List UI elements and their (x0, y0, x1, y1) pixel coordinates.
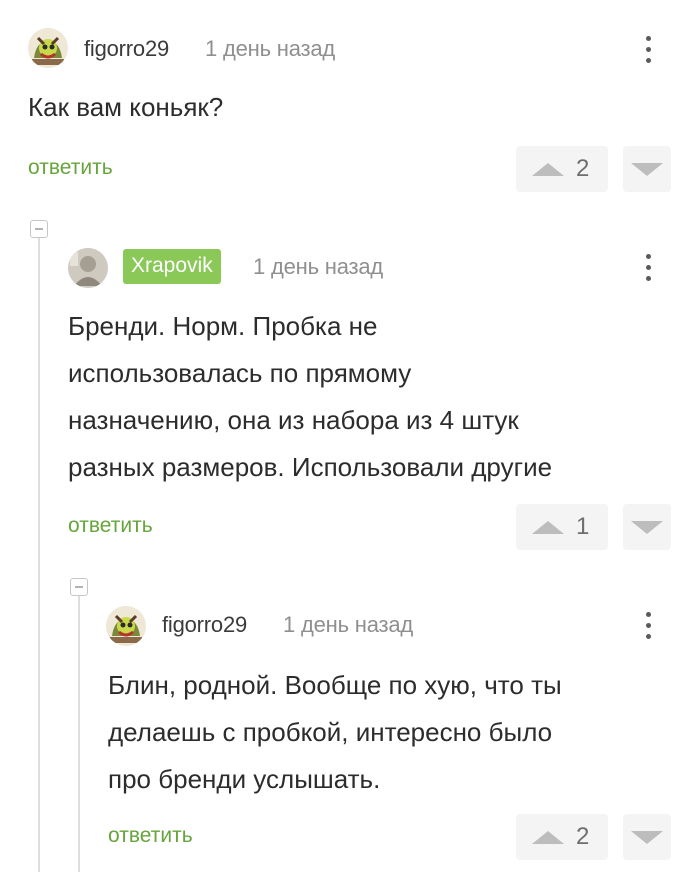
comment-time: 1 день назад (205, 36, 336, 61)
comment-text-line: разных размеров. Использовали другие (68, 452, 553, 482)
comment-author[interactable]: figorro29 (84, 36, 169, 62)
upvote-button[interactable]: 2 (516, 814, 608, 860)
avatar-image (106, 606, 146, 646)
comment-text-line: использовалась по прямому (68, 358, 412, 388)
vote-count: 2 (576, 823, 590, 850)
downvote-button[interactable] (623, 504, 671, 550)
upvote-button[interactable]: 1 (516, 504, 608, 550)
downvote-icon (631, 162, 663, 176)
downvote-button[interactable] (623, 814, 671, 860)
reply-button[interactable]: ответить (68, 514, 153, 538)
avatar-image (28, 28, 68, 68)
upvote-icon (532, 830, 564, 844)
comment-text-line: Блин, родной. Вообще по хую, что ты (108, 670, 562, 700)
comment-text: Как вам коньяк? (28, 92, 224, 122)
vote-count: 2 (576, 155, 590, 182)
comment: figorro29 1 день назад Как вам коньяк? о… (0, 0, 700, 200)
reply-button[interactable]: ответить (28, 156, 113, 180)
comment-author[interactable]: figorro29 (162, 612, 247, 638)
downvote-icon (631, 830, 663, 844)
upvote-button[interactable]: 2 (516, 146, 608, 192)
more-vertical-icon[interactable] (636, 610, 660, 639)
comment-text-line: назначению, она из набора из 4 штук (68, 405, 519, 435)
comment-text-line: про бренди услышать. (108, 764, 381, 794)
comment-text-line: делаешь с пробкой, интересно было (108, 717, 553, 747)
comment-text: Блин, родной. Вообще по хую, что ты дела… (108, 662, 688, 803)
collapse-thread-icon[interactable] (70, 578, 88, 596)
comment: figorro29 1 день назад Блин, родной. Воо… (100, 596, 700, 872)
collapse-thread-icon[interactable] (30, 220, 48, 238)
upvote-icon (532, 162, 564, 176)
vote-count: 1 (576, 513, 590, 540)
upvote-icon (532, 520, 564, 534)
downvote-button[interactable] (623, 146, 671, 192)
more-vertical-icon[interactable] (636, 34, 660, 63)
thread-line[interactable] (38, 230, 40, 872)
avatar[interactable] (68, 248, 108, 288)
avatar[interactable] (28, 28, 68, 68)
comment-time: 1 день назад (253, 254, 384, 279)
comment-time: 1 день назад (283, 612, 414, 637)
thread-line[interactable] (78, 590, 80, 872)
reply-button[interactable]: ответить (108, 824, 193, 848)
comment-text: Бренди. Норм. Пробка не использовалась п… (68, 303, 688, 491)
comment: Xrapovik 1 день назад Бренди. Норм. Проб… (60, 236, 700, 556)
avatar[interactable] (106, 606, 146, 646)
comment-author[interactable]: Xrapovik (123, 249, 221, 284)
more-vertical-icon[interactable] (636, 252, 660, 281)
downvote-icon (631, 520, 663, 534)
avatar-image (68, 248, 108, 288)
comment-text-line: Бренди. Норм. Пробка не (68, 311, 378, 341)
